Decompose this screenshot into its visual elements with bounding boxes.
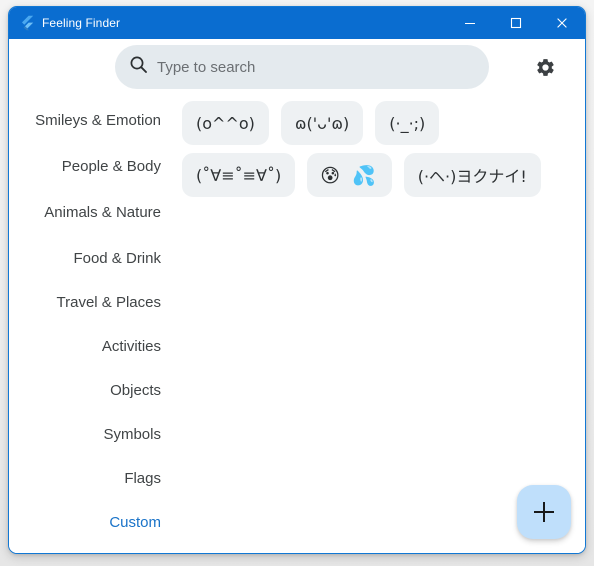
flutter-logo-icon bbox=[18, 15, 34, 31]
search-icon bbox=[129, 55, 148, 79]
emoji-chip[interactable]: 😰 💦 bbox=[307, 153, 392, 197]
emoji-chip[interactable]: ɷ('ᴗ'ɷ) bbox=[280, 101, 364, 145]
close-icon[interactable] bbox=[539, 7, 585, 39]
sidebar-item-travel-places[interactable]: Travel & Places bbox=[9, 280, 174, 324]
emoji-chip[interactable]: (·ヘ·)ヨクナイ! bbox=[403, 153, 541, 197]
emoji-grid: (o^^o) ɷ('ᴗ'ɷ) (·_·;) (˚∀≡˚≡∀˚) 😰 💦 (·ヘ·… bbox=[174, 95, 585, 553]
app-body: Type to search Smileys & Emotion People … bbox=[9, 39, 585, 553]
category-sidebar[interactable]: Smileys & Emotion People & Body Animals … bbox=[9, 95, 174, 553]
sidebar-item-label: Travel & Places bbox=[56, 293, 161, 311]
minimize-icon[interactable] bbox=[447, 7, 493, 39]
sidebar-item-label: Flags bbox=[124, 469, 161, 487]
emoji-chip[interactable]: (o^^o) bbox=[182, 101, 269, 145]
add-button[interactable] bbox=[517, 485, 571, 539]
search-row: Type to search bbox=[9, 39, 585, 95]
maximize-icon[interactable] bbox=[493, 7, 539, 39]
sidebar-item-activities[interactable]: Activities bbox=[9, 324, 174, 368]
sidebar-item-label: Objects bbox=[110, 381, 161, 399]
emoji-row: (o^^o) ɷ('ᴗ'ɷ) (·_·;) bbox=[182, 101, 577, 145]
sidebar-item-label: Animals & Nature bbox=[44, 203, 161, 221]
emoji-chip[interactable]: (˚∀≡˚≡∀˚) bbox=[182, 153, 296, 197]
search-input[interactable]: Type to search bbox=[115, 45, 489, 89]
title-bar[interactable]: Feeling Finder bbox=[9, 7, 585, 39]
search-placeholder: Type to search bbox=[157, 58, 256, 76]
sidebar-item-symbols[interactable]: Symbols bbox=[9, 412, 174, 456]
sidebar-item-flags[interactable]: Flags bbox=[9, 456, 174, 500]
sidebar-item-smileys-emotion[interactable]: Smileys & Emotion bbox=[9, 96, 174, 144]
window-title: Feeling Finder bbox=[42, 16, 121, 30]
sidebar-item-label: People & Body bbox=[61, 157, 161, 175]
sidebar-item-people-body[interactable]: People & Body bbox=[9, 144, 174, 188]
emoji-chip[interactable]: (·_·;) bbox=[375, 101, 440, 145]
sidebar-item-food-drink[interactable]: Food & Drink bbox=[9, 236, 174, 280]
plus-icon bbox=[534, 502, 554, 522]
sidebar-item-label: Symbols bbox=[103, 425, 161, 443]
sidebar-item-animals-nature[interactable]: Animals & Nature bbox=[9, 188, 174, 236]
gear-icon[interactable] bbox=[525, 47, 565, 87]
sidebar-item-label: Activities bbox=[101, 337, 161, 355]
sidebar-item-label: Food & Drink bbox=[73, 249, 161, 267]
window-controls bbox=[447, 7, 585, 39]
app-window: Feeling Finder Type to search Smileys & … bbox=[8, 6, 586, 554]
main-split: Smileys & Emotion People & Body Animals … bbox=[9, 95, 585, 553]
sidebar-item-label: Smileys & Emotion bbox=[35, 111, 161, 129]
sidebar-item-custom[interactable]: Custom bbox=[9, 500, 174, 544]
sidebar-item-objects[interactable]: Objects bbox=[9, 368, 174, 412]
sidebar-item-label: Custom bbox=[109, 513, 161, 531]
emoji-row: (˚∀≡˚≡∀˚) 😰 💦 (·ヘ·)ヨクナイ! bbox=[182, 153, 577, 197]
